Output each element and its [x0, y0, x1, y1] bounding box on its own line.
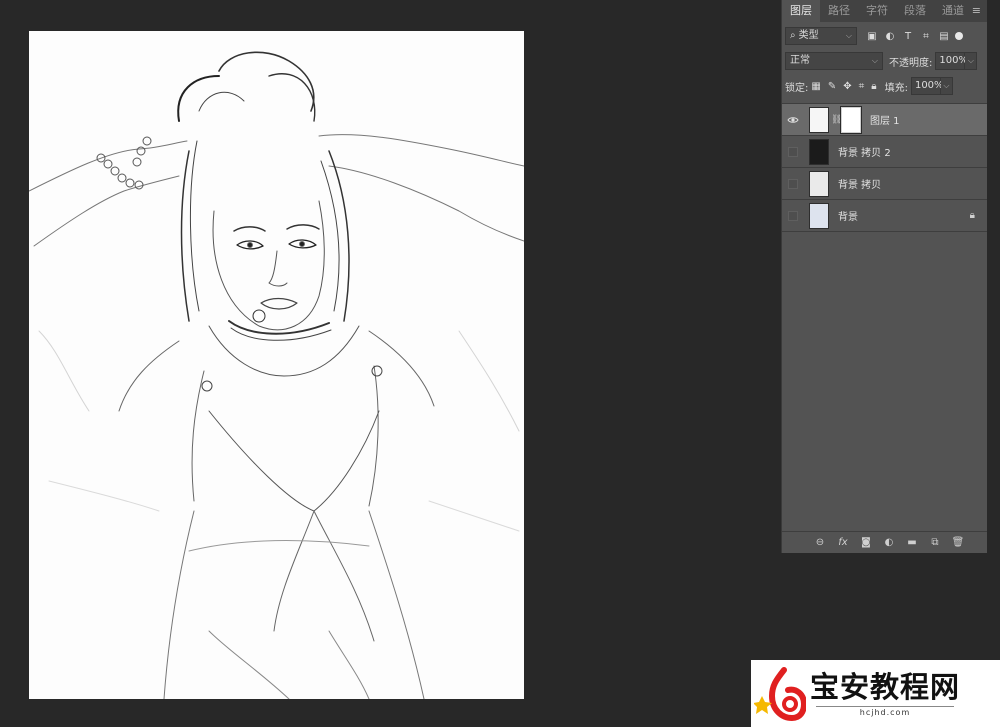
filter-icons: ▣ ◐ T ⌗ ▤: [867, 31, 949, 42]
layer-thumbnail: [809, 170, 829, 197]
lock-transparent-icon[interactable]: ▦: [811, 81, 820, 92]
trash-icon[interactable]: 🗑︎: [951, 537, 965, 548]
panel-footer: ⊖ fx ◙ ◐ ▬ ⧉ 🗑︎: [782, 531, 987, 553]
site-logo-icon: [754, 666, 806, 721]
chevron-down-icon: ⌵: [871, 56, 878, 65]
layer-name: 背景 拷贝 2: [838, 148, 891, 159]
watermark-title: 宝安教程网: [810, 670, 961, 704]
blend-row: 正常 ⌵ 不透明度: 100% ⌵: [782, 50, 987, 72]
blend-mode-value: 正常: [790, 55, 810, 66]
tab-layers[interactable]: 图层: [782, 0, 820, 22]
eye-hidden-icon: [788, 146, 798, 157]
folder-icon[interactable]: ▬: [905, 537, 919, 548]
opacity-label: 不透明度:: [889, 57, 933, 69]
layer-row-background-copy[interactable]: 背景 拷贝: [782, 168, 987, 200]
layers-panel: 图层 路径 字符 段落 通道 ≡ ⌕ 类型 ⌵ ▣ ◐ T ⌗ ▤ 正常 ⌵ 不…: [781, 0, 987, 553]
eye-hidden-icon: [788, 210, 798, 221]
eye-icon: [787, 116, 799, 123]
tab-paths[interactable]: 路径: [820, 0, 858, 22]
fill-label: 填充:: [884, 82, 908, 94]
visibility-toggle[interactable]: [782, 178, 804, 189]
layer-name: 背景: [838, 212, 858, 223]
tab-channels[interactable]: 通道: [934, 0, 972, 22]
image-filter-icon[interactable]: ▣: [867, 31, 877, 42]
layer-thumbnail: [809, 202, 829, 229]
lock-position-icon[interactable]: ✥: [843, 81, 851, 92]
panel-tabs: 图层 路径 字符 段落 通道 ≡: [782, 0, 987, 22]
opacity-input[interactable]: 100%: [935, 52, 968, 70]
lock-icons: ▦ ✎ ✥ ⌗ 🔒︎: [811, 81, 876, 92]
layer-thumbnail: [809, 138, 829, 165]
panel-menu-icon[interactable]: ≡: [972, 4, 981, 18]
watermark-url: hcjhd.com: [816, 706, 955, 717]
visibility-toggle[interactable]: [782, 116, 804, 124]
fill-dropdown-icon[interactable]: ⌵: [940, 77, 953, 95]
layer-row-background-copy-2[interactable]: 背景 拷贝 2: [782, 136, 987, 168]
link-chain-icon[interactable]: ⛓: [831, 115, 842, 125]
layer-thumbnail: [809, 106, 829, 133]
lock-label: 锁定:: [785, 82, 809, 94]
layer-name: 图层 1: [870, 116, 900, 127]
tab-paragraph[interactable]: 段落: [896, 0, 934, 22]
shape-filter-icon[interactable]: ⌗: [921, 31, 931, 42]
search-icon: ⌕: [790, 30, 796, 41]
layer-filter-select[interactable]: ⌕ 类型 ⌵: [785, 27, 857, 45]
visibility-toggle[interactable]: [782, 146, 804, 157]
filter-kind-label: 类型: [798, 30, 819, 41]
fx-icon[interactable]: fx: [836, 537, 850, 548]
lock-icon: 🔒︎: [969, 210, 975, 221]
lock-all-icon[interactable]: 🔒︎: [871, 81, 876, 92]
layer-row-background[interactable]: 背景 🔒︎: [782, 200, 987, 232]
document-canvas[interactable]: [29, 31, 524, 699]
visibility-toggle[interactable]: [782, 210, 804, 221]
layer-name: 背景 拷贝: [838, 180, 882, 191]
new-layer-icon[interactable]: ⧉: [928, 537, 942, 548]
tab-character[interactable]: 字符: [858, 0, 896, 22]
layer-row-layer1[interactable]: ⛓ 图层 1: [782, 104, 987, 136]
adjustment-filter-icon[interactable]: ◐: [885, 31, 895, 42]
type-filter-icon[interactable]: T: [903, 31, 913, 42]
blend-mode-select[interactable]: 正常 ⌵: [785, 52, 883, 70]
sketch-artwork: [29, 51, 524, 699]
eye-hidden-icon: [788, 178, 798, 189]
canvas-workspace: [0, 0, 780, 727]
adjustment-icon[interactable]: ◐: [882, 537, 896, 548]
link-icon[interactable]: ⊖: [813, 537, 827, 548]
watermark: 宝安教程网 hcjhd.com: [751, 660, 1000, 727]
smart-object-filter-icon[interactable]: ▤: [939, 31, 949, 42]
lock-artboard-icon[interactable]: ⌗: [859, 81, 865, 92]
filter-row: ⌕ 类型 ⌵ ▣ ◐ T ⌗ ▤: [782, 25, 987, 47]
layer-mask-thumbnail[interactable]: [840, 105, 862, 134]
layer-list: ⛓ 图层 1 背景 拷贝 2 背景 拷贝 背景 🔒︎: [782, 103, 987, 232]
lock-paint-icon[interactable]: ✎: [828, 81, 836, 92]
fill-input[interactable]: 100%: [910, 77, 944, 95]
mask-icon[interactable]: ◙: [859, 537, 873, 548]
opacity-dropdown-icon[interactable]: ⌵: [965, 52, 978, 70]
filter-toggle[interactable]: [955, 32, 963, 40]
lock-row: 锁定: ▦ ✎ ✥ ⌗ 🔒︎ 填充: 100% ⌵: [782, 75, 987, 97]
chevron-down-icon: ⌵: [845, 31, 852, 40]
